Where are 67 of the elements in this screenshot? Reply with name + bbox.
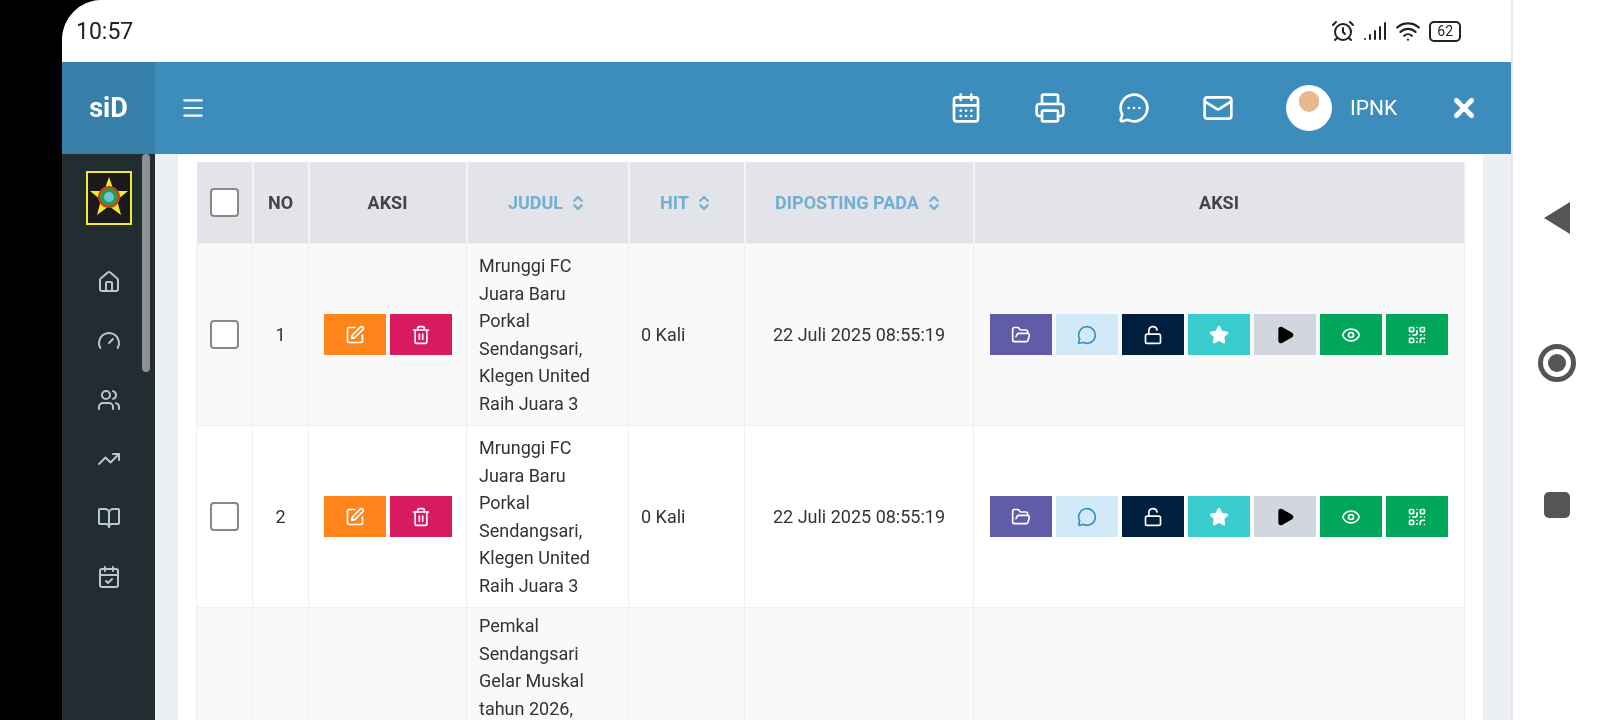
play-button[interactable]: [1254, 496, 1316, 537]
signal-icon: [1363, 19, 1388, 43]
column-header: AKSI: [973, 162, 1465, 244]
clock-time: 10:57: [76, 17, 134, 45]
star-icon: [1209, 506, 1229, 527]
printer-button[interactable]: [1034, 92, 1066, 124]
delete-icon: [410, 324, 431, 345]
star-icon: [1209, 324, 1229, 345]
edit-button[interactable]: [323, 496, 386, 537]
qr-icon: [1407, 324, 1427, 345]
qr-button[interactable]: [1386, 496, 1448, 537]
select-all-checkbox[interactable]: [209, 188, 239, 217]
column-header[interactable]: HIT: [628, 162, 745, 244]
scrollbar[interactable]: [142, 154, 150, 372]
user-avatar[interactable]: [1286, 85, 1332, 131]
folder-icon: [1011, 506, 1031, 527]
article-title: Mrunggi FC Juara Baru Porkal Sendangsari, Klegen United Raih Juara 3: [479, 437, 590, 596]
comment-icon: [1077, 324, 1097, 345]
users-icon[interactable]: [96, 387, 121, 412]
row-checkbox[interactable]: [210, 320, 239, 349]
calendar-icon[interactable]: [96, 564, 121, 589]
user-name[interactable]: IPNK: [1350, 96, 1398, 120]
folder-button[interactable]: [990, 314, 1052, 355]
emblem-logo: [85, 171, 132, 225]
qr-button[interactable]: [1386, 314, 1448, 355]
column-header: NO: [252, 162, 309, 244]
star-button[interactable]: [1188, 314, 1250, 355]
row-number: 1: [275, 324, 286, 345]
calendar-button[interactable]: [950, 92, 982, 124]
article-title: Mrunggi FC Juara Baru Porkal Sendangsari, Klegen United Raih Juara 3: [479, 255, 590, 414]
unlock-icon: [1143, 506, 1163, 527]
star-button[interactable]: [1188, 496, 1250, 537]
recents-icon[interactable]: [1543, 492, 1570, 518]
play-icon: [1275, 506, 1295, 527]
row-number: 2: [275, 506, 286, 527]
folder-icon: [1011, 324, 1031, 345]
edit-button[interactable]: [323, 314, 386, 355]
home-icon[interactable]: [1537, 344, 1576, 382]
edit-icon: [344, 324, 365, 345]
book-icon[interactable]: [96, 505, 121, 530]
play-icon: [1275, 324, 1295, 345]
back-icon[interactable]: [1543, 202, 1570, 234]
home-icon[interactable]: [96, 269, 121, 294]
delete-button[interactable]: [389, 314, 452, 355]
edit-icon: [344, 506, 365, 527]
article-title: Pemkal Sendangsari Gelar Muskal tahun 2026,: [479, 615, 584, 719]
unlock-button[interactable]: [1122, 496, 1184, 537]
delete-button[interactable]: [389, 496, 452, 537]
posted-date: 22 Juli 2025 08:55:19: [772, 324, 946, 345]
column-header[interactable]: JUDUL: [466, 162, 629, 244]
battery-level: 62: [1429, 20, 1462, 42]
unlock-icon: [1143, 324, 1163, 345]
posted-date: 22 Juli 2025 08:55:19: [772, 506, 946, 527]
chat-button[interactable]: [1118, 92, 1150, 124]
row-checkbox[interactable]: [210, 502, 239, 531]
brand-logo[interactable]: siD: [62, 62, 155, 154]
column-header: AKSI: [308, 162, 467, 244]
unlock-button[interactable]: [1122, 314, 1184, 355]
column-header[interactable]: DIPOSTING PADA: [744, 162, 974, 244]
qr-icon: [1407, 506, 1427, 527]
comment-icon: [1077, 506, 1097, 527]
alarm-icon: [1331, 19, 1356, 43]
play-button[interactable]: [1254, 314, 1316, 355]
hit-count: 0 Kali: [641, 324, 686, 345]
folder-button[interactable]: [990, 496, 1052, 537]
hit-count: 0 Kali: [641, 506, 686, 527]
delete-icon: [410, 506, 431, 527]
